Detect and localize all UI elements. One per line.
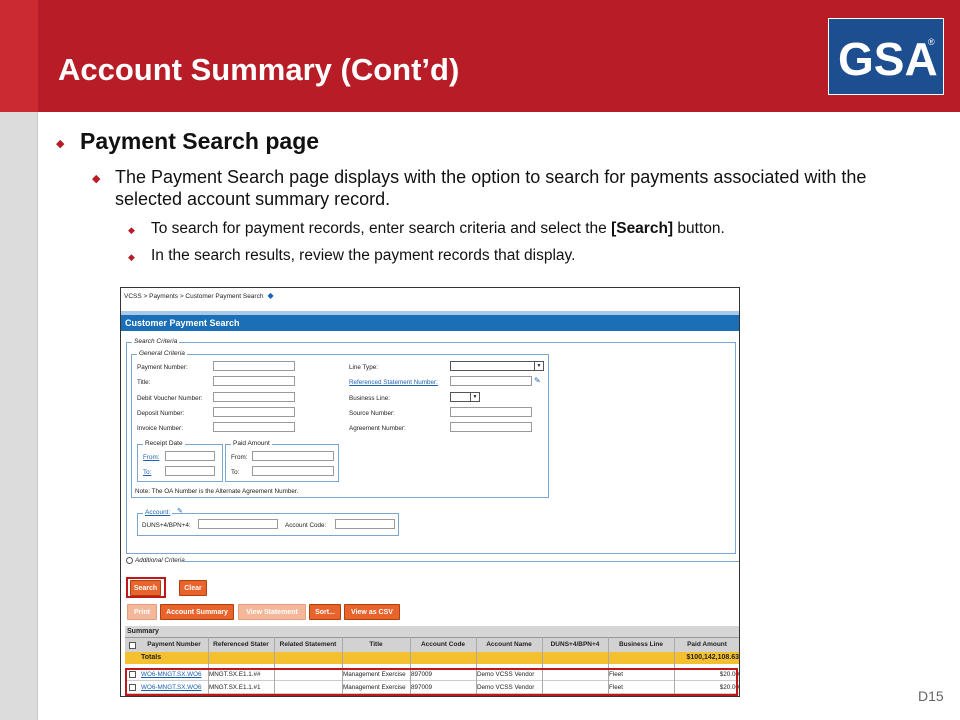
referenced-statement-input[interactable]	[450, 376, 532, 386]
receipt-from-link[interactable]: From:	[143, 454, 159, 461]
receipt-date-fieldset: Receipt Date	[137, 440, 223, 482]
print-button[interactable]: Print	[127, 604, 157, 620]
slide-title: Account Summary (Cont’d)	[58, 52, 460, 87]
receipt-from-input[interactable]	[165, 451, 215, 461]
view-statement-button[interactable]: View Statement	[238, 604, 306, 620]
debit-voucher-input[interactable]	[213, 392, 295, 402]
account-legend-link[interactable]: Account:	[143, 509, 173, 516]
account-code-label: Account Code:	[285, 522, 327, 529]
bullet3-bold: [Search]	[611, 220, 674, 237]
totals-label: Totals	[141, 654, 162, 661]
summary-header: Summary	[125, 626, 739, 637]
paid-amount-legend: Paid Amount	[231, 440, 272, 447]
paid-to-label: To:	[231, 469, 240, 476]
col-business-line[interactable]: Business Line	[608, 641, 674, 648]
title-label: Title:	[137, 379, 151, 386]
bullet-level3-search: To search for payment records, enter sea…	[151, 220, 725, 238]
bullet-icon: ◆	[92, 173, 101, 185]
results-highlight	[125, 668, 738, 696]
breadcrumb-text: VCSS > Payments > Customer Payment Searc…	[124, 293, 264, 300]
agreement-number-input[interactable]	[450, 422, 532, 432]
payment-number-label: Payment Number:	[137, 364, 188, 371]
logo-text: GSA	[838, 33, 938, 85]
paid-from-input[interactable]	[252, 451, 334, 461]
col-paid-amount[interactable]: Paid Amount	[674, 641, 739, 648]
source-number-input[interactable]	[450, 407, 532, 417]
receipt-to-link[interactable]: To:	[143, 469, 151, 476]
col-duns[interactable]: DUNS+4/BPN+4	[542, 641, 608, 648]
title-input[interactable]	[213, 376, 295, 386]
header-edge	[0, 0, 38, 112]
bullet-level2: The Payment Search page displays with th…	[115, 167, 867, 209]
totals-row: Totals $100,142,108.63	[125, 652, 739, 664]
paid-amount-fieldset: Paid Amount	[225, 440, 339, 482]
duns-label: DUNS+4/BPN+4:	[142, 522, 191, 529]
payment-number-input[interactable]	[213, 361, 295, 371]
bullet-icon: ◆	[128, 252, 135, 262]
chevron-down-icon: ▼	[534, 362, 543, 370]
account-code-input[interactable]	[335, 519, 395, 529]
line-type-select[interactable]: ▼	[450, 361, 544, 371]
bullet3-post: button.	[673, 220, 725, 237]
bullet3-pre: To search for payment records, enter sea…	[151, 220, 612, 237]
bullet-icon: ◆	[128, 225, 135, 235]
select-all-checkbox[interactable]	[129, 642, 136, 649]
deposit-number-label: Deposit Number:	[137, 410, 185, 417]
bullet-icon: ◆	[56, 138, 65, 150]
slide-number: D15	[918, 688, 944, 704]
line-type-label: Line Type:	[349, 364, 378, 371]
left-bar	[0, 112, 38, 720]
deposit-number-input[interactable]	[213, 407, 295, 417]
source-number-label: Source Number:	[349, 410, 395, 417]
additional-criteria-toggle[interactable]: Additional Criteria	[135, 557, 185, 564]
business-line-label: Business Line:	[349, 395, 390, 402]
paid-from-label: From:	[231, 454, 248, 461]
debit-voucher-label: Debit Voucher Number:	[137, 395, 203, 402]
divider	[181, 561, 739, 562]
bookmark-icon[interactable]: ◆	[267, 291, 273, 300]
bullet-level1: Payment Search page	[80, 128, 320, 154]
invoice-number-label: Invoice Number:	[137, 425, 183, 432]
col-title[interactable]: Title	[342, 641, 410, 648]
chevron-down-icon: ▼	[470, 393, 479, 401]
col-account-code[interactable]: Account Code	[410, 641, 476, 648]
lookup-icon[interactable]: ✎	[177, 507, 183, 515]
view-csv-button[interactable]: View as CSV	[344, 604, 400, 620]
logo-reg: ®	[928, 37, 935, 47]
payment-search-screenshot: VCSS > Payments > Customer Payment Searc…	[120, 287, 740, 697]
col-account-name[interactable]: Account Name	[476, 641, 542, 648]
col-related-statement[interactable]: Related Statement	[274, 641, 342, 648]
panel-title: Customer Payment Search	[121, 315, 739, 331]
invoice-number-input[interactable]	[213, 422, 295, 432]
agreement-number-label: Agreement Number:	[349, 425, 406, 432]
sort-button[interactable]: Sort...	[309, 604, 341, 620]
lookup-icon[interactable]: ✎	[534, 376, 541, 385]
gsa-logo-mark: GSA ®	[838, 33, 938, 85]
slide-header: Account Summary (Cont’d) GSA ®	[0, 0, 960, 112]
duns-input[interactable]	[198, 519, 278, 529]
paid-to-input[interactable]	[252, 466, 334, 476]
receipt-to-input[interactable]	[165, 466, 215, 476]
business-line-select[interactable]: ▼	[450, 392, 480, 402]
col-payment-number[interactable]: Payment Number	[140, 641, 208, 648]
col-referenced-statement[interactable]: Referenced Stater	[208, 641, 274, 648]
search-criteria-legend: Search Criteria	[132, 338, 180, 345]
general-criteria-legend: General Criteria	[137, 350, 187, 357]
search-button[interactable]: Search	[130, 580, 161, 596]
gsa-logo: GSA ®	[828, 18, 944, 95]
totals-amount: $100,142,108.63	[686, 654, 739, 661]
expand-icon[interactable]	[126, 557, 133, 564]
oa-note: Note: The OA Number is the Alternate Agr…	[135, 488, 299, 495]
referenced-statement-link[interactable]: Referenced Statement Number:	[349, 379, 438, 386]
bullet-level3-results: In the search results, review the paymen…	[151, 247, 576, 264]
clear-button[interactable]: Clear	[179, 580, 207, 596]
receipt-date-legend: Receipt Date	[143, 440, 185, 447]
table-header-row: Payment Number Referenced Stater Related…	[125, 637, 739, 652]
account-summary-button[interactable]: Account Summary	[160, 604, 234, 620]
breadcrumb: VCSS > Payments > Customer Payment Searc…	[124, 291, 274, 300]
